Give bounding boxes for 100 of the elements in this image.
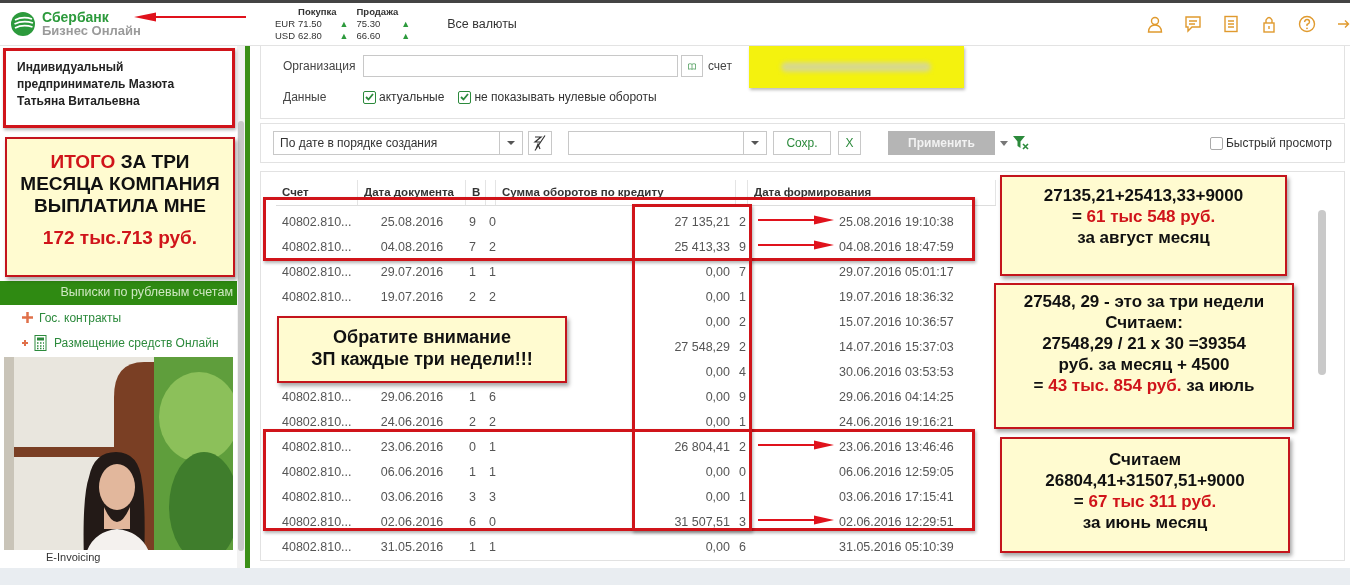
table-cell-text: 24.06.2016 <box>379 414 445 429</box>
column-header[interactable]: Дата документа <box>358 180 466 205</box>
table-cell-text: 29.06.2016 <box>379 389 445 404</box>
column-header[interactable]: В <box>466 180 486 205</box>
table-cell-text: 40802.810... <box>281 289 353 304</box>
table-cell: 02.06.2016 12:29:51 <box>839 514 954 529</box>
table-cell-text: 40802.810... <box>281 239 353 254</box>
trend-arrow: ▲ <box>339 18 350 30</box>
table-cell-text: 27 548,29 <box>673 339 731 354</box>
annotation-note: Считаем 26804,41+31507,51+9000 = 67 тыс 311 руб. за июнь месяц <box>1000 437 1290 553</box>
table-cell-text: 40802.810... <box>281 214 353 229</box>
sort-select[interactable]: По дате в порядке создания <box>273 131 523 155</box>
table-cell-text: 1 <box>468 264 477 279</box>
sort-direction-button[interactable] <box>528 131 552 155</box>
scrollbar[interactable] <box>238 121 244 551</box>
table-cell-text: 2 <box>738 314 747 329</box>
clear-button[interactable]: X <box>838 131 861 155</box>
table-cell: 14.07.2016 15:37:03 <box>839 339 954 354</box>
table-cell: 15.07.2016 10:36:57 <box>839 314 954 329</box>
sidebar-link[interactable]: E-Invoicing <box>0 550 237 566</box>
table-cell: 04.08.2016 18:47:59 <box>839 239 954 254</box>
template-select[interactable] <box>568 131 767 155</box>
table-cell-text: 03.06.2016 <box>379 489 445 504</box>
table-cell-text: 31.05.2016 <box>379 539 445 554</box>
field-label: Данные <box>283 90 328 104</box>
trend-arrow: ▲ <box>339 30 350 42</box>
directory-button[interactable] <box>681 55 703 77</box>
document-icon[interactable] <box>1222 15 1240 33</box>
sell-rate: 75.30 <box>356 18 382 30</box>
table-cell-text: 0 <box>488 514 496 529</box>
lock-icon[interactable] <box>1260 15 1278 33</box>
table-cell: 29.07.2016 05:01:17 <box>839 264 954 279</box>
sell-rate: 66.60 <box>356 30 382 42</box>
table-cell-text: 2 <box>738 439 747 454</box>
table-cell-text: 7 <box>738 264 747 279</box>
table-cell-text: 9 <box>468 214 477 229</box>
table-cell-text: 0,00 <box>704 389 731 404</box>
table-cell-text: 2 <box>738 339 747 354</box>
table-cell-text: 3 <box>488 489 496 504</box>
table-cell-text: 40802.810... <box>281 439 353 454</box>
table-cell-text: 1 <box>468 464 477 479</box>
table-cell-text: 0,00 <box>704 414 731 429</box>
table-cell-text: 23.06.2016 <box>379 439 445 454</box>
table-cell-text: 1 <box>488 439 496 454</box>
table-cell-text: 1 <box>488 264 496 279</box>
brand-subtitle: Бизнес Онлайн <box>42 24 141 38</box>
checkbox[interactable] <box>1210 136 1223 150</box>
table-cell-text: 31 507,51 <box>673 514 731 529</box>
table-cell-text: 6 <box>738 539 747 554</box>
table-cell-text: 9 <box>738 239 747 254</box>
scrollbar[interactable] <box>1318 210 1326 375</box>
annotation-note: 27548, 29 - это за три недели Считаем: 27548,29 / 21 х 30 =39354 руб. за месяц + 4500 = 43 тыс. 854 руб. за июль <box>994 283 1294 429</box>
profile-icon[interactable] <box>1146 15 1164 33</box>
chat-icon[interactable] <box>1184 15 1202 33</box>
table-cell-text: 0,00 <box>704 464 731 479</box>
save-button[interactable]: Сохр. <box>773 131 831 155</box>
sidebar-item[interactable]: Гос. контракты <box>39 310 122 325</box>
column-header[interactable]: Дата формирования <box>748 180 996 205</box>
table-cell-text: 1 <box>488 464 496 479</box>
table-cell-text: 0 <box>468 439 477 454</box>
filter-clear-icon <box>1013 136 1029 150</box>
table-cell-text: 1 <box>738 289 747 304</box>
table-cell-text: 40802.810... <box>281 514 353 529</box>
help-icon[interactable] <box>1298 15 1316 33</box>
currency-code: EUR <box>275 18 296 30</box>
table-cell-text: 02.06.2016 <box>379 514 445 529</box>
table-cell-text: 29.07.2016 <box>379 264 445 279</box>
annotation-note: Обратите внимание ЗП каждые три недели!!! <box>277 316 567 383</box>
field-label: Организация <box>283 59 357 73</box>
annotation-note: ИТОГО ЗА ТРИ МЕСЯЦА КОМПАНИЯ ВЫПЛАТИЛА МНЕ 172 тыс.713 руб. <box>5 137 235 277</box>
organization-field[interactable] <box>363 55 678 77</box>
table-cell-text: 06.06.2016 <box>379 464 445 479</box>
rate-heading: Покупка <box>298 6 337 18</box>
rate-heading: Продажа <box>356 6 399 18</box>
table-cell-text: 0,00 <box>704 364 731 379</box>
annotation-note: 27135,21+25413,33+9000 = 61 тыс 548 руб. за август месяц <box>1000 175 1287 276</box>
caret-icon <box>750 140 760 146</box>
table-cell-text: 25 413,33 <box>673 239 731 254</box>
table-cell-text: 26 804,41 <box>673 439 731 454</box>
column-header[interactable]: Счет <box>276 180 358 205</box>
table-cell-text: 0,00 <box>704 289 731 304</box>
checkbox[interactable] <box>363 90 376 104</box>
table-cell: 29.06.2016 04:14:25 <box>839 389 954 404</box>
checkbox-label: актуальные <box>379 90 445 104</box>
table-cell-text: 6 <box>468 514 477 529</box>
checkbox[interactable] <box>458 90 472 104</box>
table-cell: 24.06.2016 19:16:21 <box>839 414 954 429</box>
table-cell-text: 40802.810... <box>281 539 353 554</box>
table-cell-text: 6 <box>488 389 496 404</box>
column-header[interactable]: Сумма оборотов по кредиту <box>496 180 736 205</box>
sidebar-item[interactable]: Размещение средств Онлайн <box>54 335 219 350</box>
caret-icon <box>506 140 516 146</box>
table-cell: 19.07.2016 18:36:32 <box>839 289 954 304</box>
table-cell-text: 1 <box>468 389 477 404</box>
table-cell-text: 0 <box>738 464 747 479</box>
trend-arrow: ▲ <box>401 18 412 30</box>
table-cell-text: 2 <box>468 414 477 429</box>
table-cell: 25.08.2016 19:10:38 <box>839 214 954 229</box>
table-cell-text: 40802.810... <box>281 414 353 429</box>
all-rates-link[interactable]: Все валюты <box>447 17 517 31</box>
